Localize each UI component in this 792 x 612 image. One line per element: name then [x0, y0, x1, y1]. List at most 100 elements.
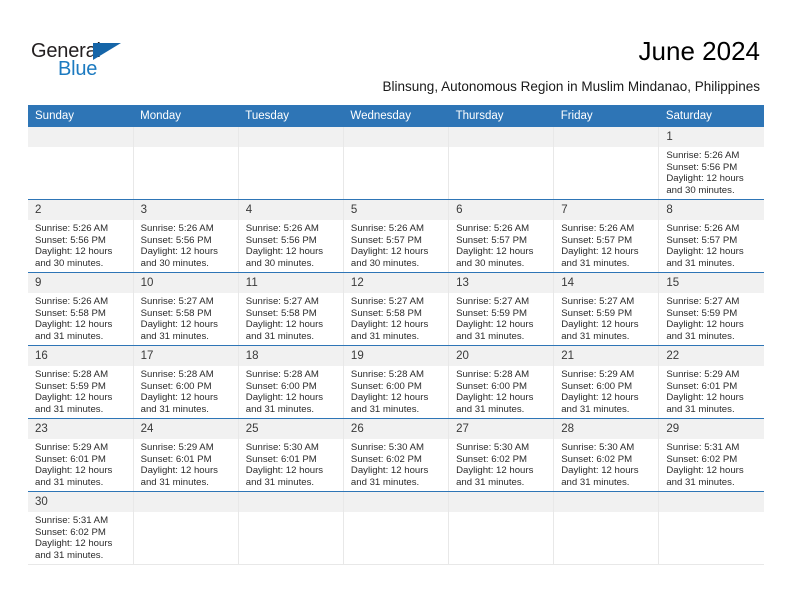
calendar-day-cell[interactable]: 10 Sunrise: 5:27 AM Sunset: 5:58 PM Dayligh… — [132, 272, 239, 346]
calendar-day-cell[interactable]: 11 Sunrise: 5:27 AM Sunset: 5:58 PM Dayligh… — [237, 272, 344, 346]
sunset-text: Sunset: 5:59 PM — [666, 307, 738, 319]
daylight-text-line2: and 30 minutes. — [456, 257, 525, 269]
calendar-day-cell[interactable]: 19 Sunrise: 5:28 AM Sunset: 6:00 PM Dayligh… — [342, 345, 450, 419]
sunset-text: Sunset: 6:00 PM — [140, 380, 212, 392]
day-sun-details: Sunrise: 5:28 AM Sunset: 6:00 PM Daylight:… — [239, 366, 343, 415]
calendar-empty-cell — [448, 491, 555, 565]
day-sun-details: Sunrise: 5:26 AM Sunset: 5:56 PM Daylight:… — [134, 220, 238, 269]
calendar-day-cell[interactable]: 28 Sunrise: 5:30 AM Sunset: 6:02 PM Dayligh… — [553, 418, 660, 492]
day-sun-details: Sunrise: 5:29 AM Sunset: 6:00 PM Daylight:… — [554, 366, 658, 415]
day-number — [134, 492, 238, 512]
sunrise-text: Sunrise: 5:26 AM — [666, 150, 740, 161]
calendar-day-cell[interactable]: 6 Sunrise: 5:26 AM Sunset: 5:57 PM Daylight… — [448, 199, 555, 273]
calendar-empty-cell — [553, 127, 660, 200]
daylight-text-line2: and 30 minutes. — [35, 257, 104, 269]
day-number: 12 — [350, 277, 364, 289]
day-number: 19 — [350, 350, 364, 362]
daylight-text-line1: Daylight: 12 hours — [666, 173, 744, 185]
calendar-day-cell[interactable]: 14 Sunrise: 5:27 AM Sunset: 5:59 PM Dayligh… — [553, 272, 660, 346]
day-number: 10 — [140, 277, 154, 289]
sunrise-text: Sunrise: 5:26 AM — [456, 223, 530, 234]
calendar-day-cell[interactable]: 5 Sunrise: 5:26 AM Sunset: 5:57 PM Daylight… — [342, 199, 450, 273]
sunrise-text: Sunrise: 5:29 AM — [35, 442, 109, 453]
calendar-day-cell[interactable]: 25 Sunrise: 5:30 AM Sunset: 6:01 PM Dayligh… — [237, 418, 344, 492]
sunrise-text: Sunrise: 5:30 AM — [561, 442, 635, 453]
calendar-empty-cell — [237, 491, 344, 565]
calendar-day-cell[interactable]: 16 Sunrise: 5:28 AM Sunset: 5:59 PM Dayligh… — [28, 345, 134, 419]
calendar-day-cell[interactable]: 8 Sunrise: 5:26 AM Sunset: 5:57 PM Daylight… — [658, 199, 764, 273]
calendar-day-cell[interactable]: 20 Sunrise: 5:28 AM Sunset: 6:00 PM Dayligh… — [448, 345, 555, 419]
daylight-text-line1: Daylight: 12 hours — [350, 392, 429, 404]
day-number: 8 — [666, 204, 673, 216]
sunset-text: Sunset: 5:56 PM — [35, 234, 106, 246]
calendar-day-cell[interactable]: 23 Sunrise: 5:29 AM Sunset: 6:01 PM Dayligh… — [28, 418, 134, 492]
calendar-day-cell[interactable]: 1 Sunrise: 5:26 AM Sunset: 5:56 PM Daylight… — [658, 127, 764, 200]
calendar-day-cell[interactable]: 29 Sunrise: 5:31 AM Sunset: 6:02 PM Dayligh… — [658, 418, 764, 492]
daylight-text-line1: Daylight: 12 hours — [561, 392, 639, 404]
calendar-empty-cell — [658, 491, 764, 565]
day-sun-details: Sunrise: 5:29 AM Sunset: 6:01 PM Daylight:… — [134, 439, 238, 488]
day-number: 20 — [456, 350, 469, 362]
weekday-header-row: Sunday Monday Tuesday Wednesday Thursday Frid… — [28, 105, 764, 127]
day-number — [28, 127, 133, 147]
day-number: 29 — [666, 423, 680, 435]
day-number: 3 — [140, 204, 148, 216]
sunrise-text: Sunrise: 5:31 AM — [666, 442, 740, 453]
day-number: 7 — [561, 204, 568, 216]
sunrise-text: Sunrise: 5:30 AM — [245, 442, 319, 453]
calendar-day-cell[interactable]: 3 Sunrise: 5:26 AM Sunset: 5:56 PM Daylight… — [132, 199, 239, 273]
calendar-day-cell[interactable]: 26 Sunrise: 5:30 AM Sunset: 6:02 PM Dayligh… — [342, 418, 450, 492]
sunset-text: Sunset: 6:02 PM — [456, 453, 527, 465]
day-sun-details: Sunrise: 5:28 AM Sunset: 6:00 PM Daylight:… — [134, 366, 238, 415]
calendar-day-cell[interactable]: 17 Sunrise: 5:28 AM Sunset: 6:00 PM Dayligh… — [132, 345, 239, 419]
calendar-day-cell[interactable]: 22 Sunrise: 5:29 AM Sunset: 6:01 PM Dayligh… — [658, 345, 764, 419]
calendar-day-cell[interactable]: 30 Sunrise: 5:31 AM Sunset: 6:02 PM Dayligh… — [28, 491, 134, 565]
calendar-empty-cell — [132, 491, 239, 565]
day-number: 1 — [666, 131, 673, 143]
calendar-day-cell[interactable]: 24 Sunrise: 5:29 AM Sunset: 6:01 PM Dayligh… — [132, 418, 239, 492]
sunset-text: Sunset: 5:59 PM — [35, 380, 106, 392]
sunrise-text: Sunrise: 5:30 AM — [456, 442, 530, 453]
day-number: 26 — [350, 423, 364, 435]
calendar-day-cell[interactable]: 13 Sunrise: 5:27 AM Sunset: 5:59 PM Dayligh… — [448, 272, 555, 346]
calendar-day-cell[interactable]: 4 Sunrise: 5:26 AM Sunset: 5:56 PM Daylight… — [237, 199, 344, 273]
general-blue-logo[interactable]: General Blue — [31, 40, 143, 86]
calendar-day-cell[interactable]: 7 Sunrise: 5:26 AM Sunset: 5:57 PM Daylight… — [553, 199, 660, 273]
calendar-day-cell[interactable]: 2 Sunrise: 5:26 AM Sunset: 5:56 PM Daylight… — [28, 199, 134, 273]
day-number — [449, 492, 553, 512]
daylight-text-line1: Daylight: 12 hours — [140, 246, 218, 258]
calendar-page: General Blue June 2024 Blinsung, Autonom… — [0, 0, 792, 612]
calendar-day-cell[interactable]: 15 Sunrise: 5:27 AM Sunset: 5:59 PM Dayligh… — [658, 272, 764, 346]
day-number: 18 — [245, 350, 259, 362]
weekday-header-saturday: Saturday — [658, 105, 764, 127]
sunset-text: Sunset: 6:02 PM — [35, 526, 106, 538]
sunset-text: Sunset: 6:02 PM — [350, 453, 422, 465]
sunset-text: Sunset: 5:58 PM — [350, 307, 422, 319]
day-number — [554, 127, 658, 147]
calendar-empty-cell — [28, 127, 134, 200]
daylight-text-line2: and 31 minutes. — [561, 330, 630, 342]
calendar-day-cell[interactable]: 12 Sunrise: 5:27 AM Sunset: 5:58 PM Dayligh… — [342, 272, 450, 346]
sunrise-text: Sunrise: 5:28 AM — [140, 369, 214, 380]
daylight-text-line2: and 31 minutes. — [245, 330, 315, 342]
day-sun-details: Sunrise: 5:26 AM Sunset: 5:57 PM Daylight:… — [659, 220, 764, 269]
day-number: 4 — [245, 204, 253, 216]
day-number: 25 — [245, 423, 259, 435]
calendar-empty-cell — [342, 127, 450, 200]
daylight-text-line1: Daylight: 12 hours — [245, 392, 324, 404]
daylight-text-line2: and 31 minutes. — [35, 549, 104, 561]
sunrise-text: Sunrise: 5:27 AM — [245, 296, 319, 307]
day-sun-details: Sunrise: 5:27 AM Sunset: 5:59 PM Daylight:… — [659, 293, 764, 342]
daylight-text-line1: Daylight: 12 hours — [35, 392, 113, 404]
calendar-day-cell[interactable]: 18 Sunrise: 5:28 AM Sunset: 6:00 PM Dayligh… — [237, 345, 344, 419]
daylight-text-line2: and 31 minutes. — [245, 403, 315, 415]
sunrise-text: Sunrise: 5:31 AM — [35, 515, 109, 526]
daylight-text-line2: and 31 minutes. — [140, 330, 209, 342]
sunrise-text: Sunrise: 5:28 AM — [350, 369, 424, 380]
daylight-text-line1: Daylight: 12 hours — [35, 319, 113, 331]
calendar-day-cell[interactable]: 27 Sunrise: 5:30 AM Sunset: 6:02 PM Dayligh… — [448, 418, 555, 492]
calendar-day-cell[interactable]: 21 Sunrise: 5:29 AM Sunset: 6:00 PM Dayligh… — [553, 345, 660, 419]
sunrise-text: Sunrise: 5:28 AM — [35, 369, 109, 380]
calendar-day-cell[interactable]: 9 Sunrise: 5:26 AM Sunset: 5:58 PM Daylight… — [28, 272, 134, 346]
daylight-text-line1: Daylight: 12 hours — [35, 465, 113, 477]
